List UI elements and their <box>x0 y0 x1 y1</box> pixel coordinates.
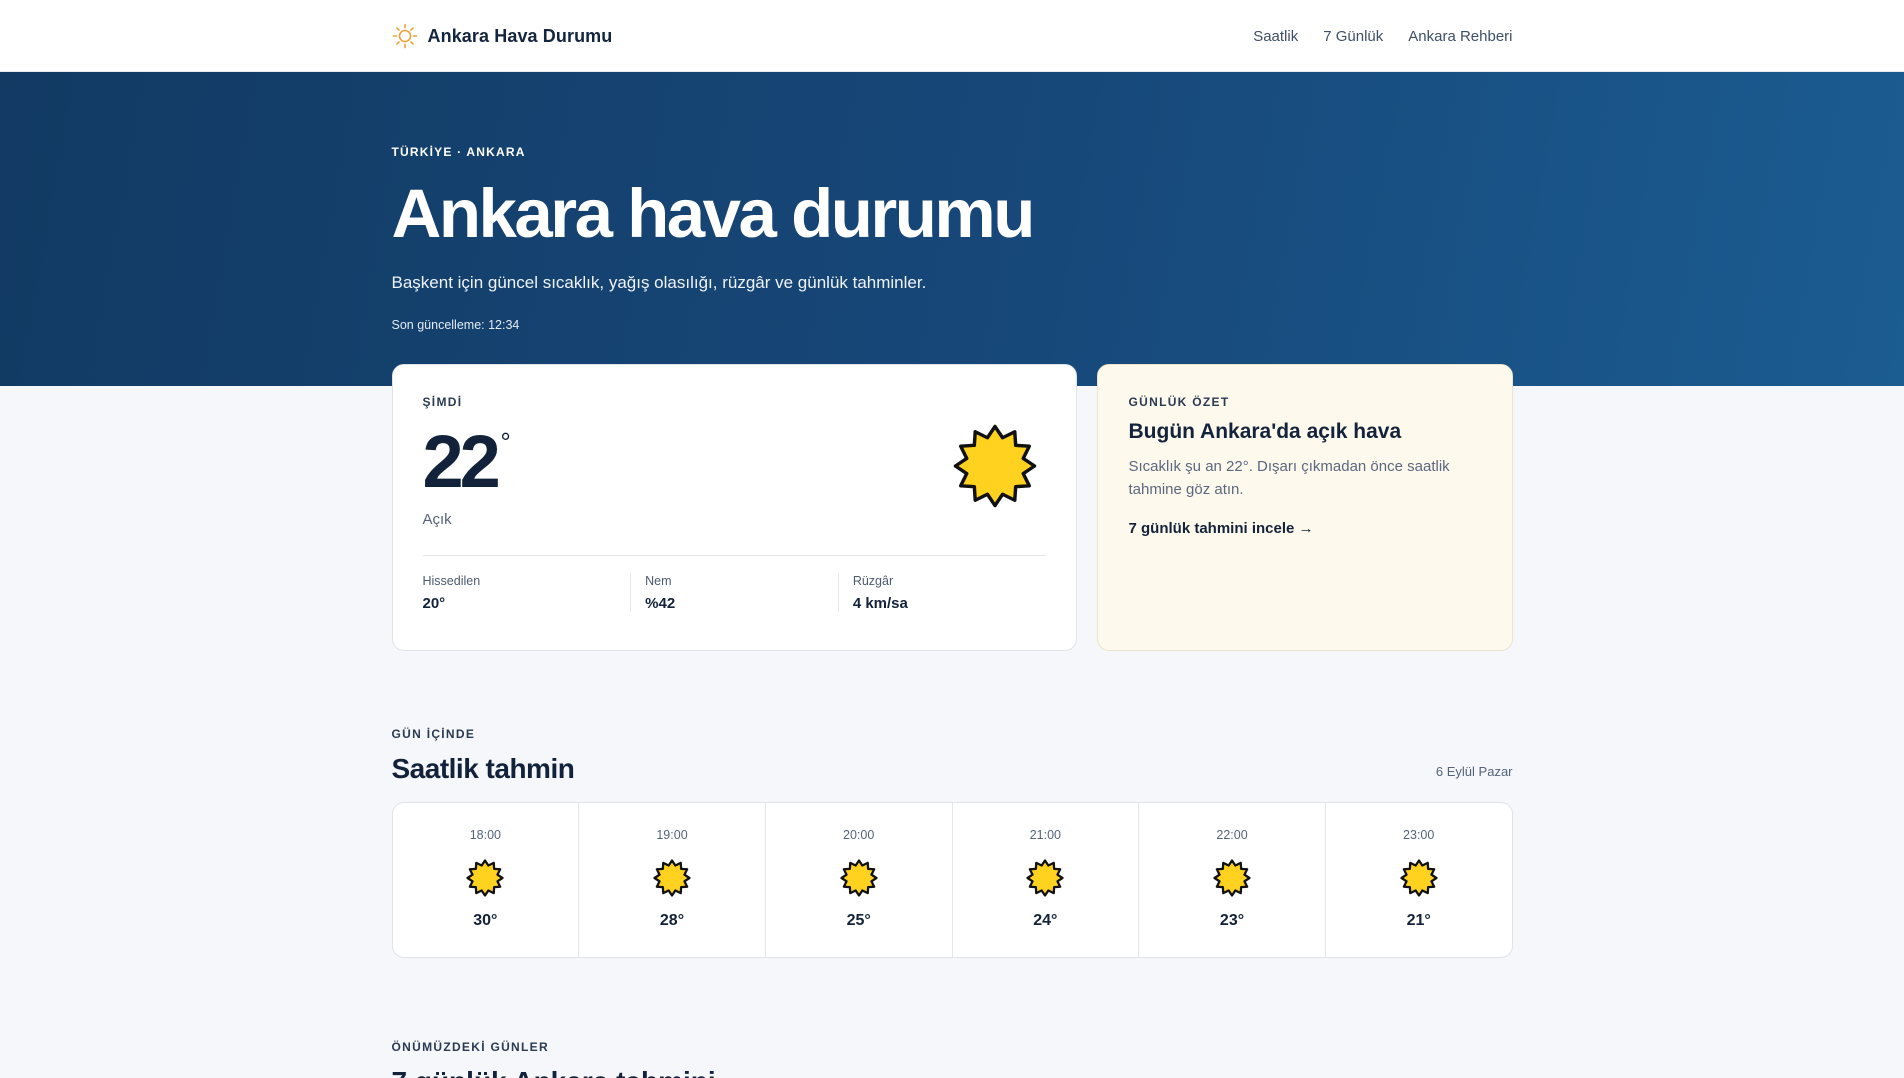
stat-humidity: Nem %42 <box>630 574 838 612</box>
stat-label: Nem <box>645 574 672 588</box>
stat-label: Hissedilen <box>422 574 481 588</box>
next-days-section: ÖNÜMÜZDEKİ GÜNLER 7 günlük Ankara tahmin… <box>0 1040 1904 1078</box>
hour-temperature: 24° <box>1033 912 1058 929</box>
next-days-title: 7 günlük Ankara tahmini <box>392 1066 1513 1078</box>
hour-time: 18:00 <box>469 828 501 842</box>
sun-icon <box>653 859 691 897</box>
current-condition: Açık <box>422 511 452 528</box>
brand-name: Ankara Hava Durumu <box>427 25 613 46</box>
hour-item: 20:00 25° <box>764 803 952 957</box>
sun-icon <box>840 859 878 897</box>
sun-icon <box>1213 859 1251 897</box>
daily-summary-card: GÜNLÜK ÖZET Bugün Ankara'da açık hava Sı… <box>1096 364 1513 651</box>
hero-eyebrow: TÜRKİYE · ANKARA <box>391 145 526 159</box>
hourly-header: Saatlik tahmin 6 Eylül Pazar <box>392 753 1513 785</box>
stat-feels-like: Hissedilen 20° <box>423 574 631 612</box>
summary-text: Sıcaklık şu an 22°. Dışarı çıkmadan önce… <box>1128 458 1450 499</box>
hourly-title: Saatlik tahmin <box>391 753 575 784</box>
hero-banner: TÜRKİYE · ANKARA Ankara hava durumu Başk… <box>0 72 1904 386</box>
last-updated: Son güncelleme: 12:34 <box>391 318 520 332</box>
hourly-forecast-section: GÜN İÇİNDE Saatlik tahmin 6 Eylül Pazar … <box>0 727 1904 958</box>
stat-label: Rüzgâr <box>852 574 894 588</box>
summary-title: Bugün Ankara'da açık hava <box>1128 420 1402 443</box>
stat-value: 20° <box>422 595 446 612</box>
hour-time: 19:00 <box>656 828 688 842</box>
summary-eyebrow: GÜNLÜK ÖZET <box>1128 395 1230 409</box>
hourly-eyebrow: GÜN İÇİNDE <box>391 727 476 741</box>
main-nav: Saatlik 7 Günlük Ankara Rehberi <box>1253 28 1512 45</box>
hour-temperature: 21° <box>1406 912 1431 929</box>
site-header: Ankara Hava Durumu Saatlik 7 Günlük Anka… <box>0 0 1904 72</box>
sun-icon <box>466 859 504 897</box>
view-7day-link[interactable]: 7 günlük tahmini incele → <box>1129 520 1314 537</box>
current-temperature: 22 ° <box>423 425 511 499</box>
hour-item: 23:00 21° <box>1324 803 1512 957</box>
sun-icon <box>392 23 417 49</box>
current-weather-card: ŞİMDİ 22 ° Açık Hissedilen 20° Nem %42 Rü… <box>391 364 1077 651</box>
current-conditions-section: ŞİMDİ 22 ° Açık Hissedilen 20° Nem %42 Rü… <box>0 364 1904 651</box>
hour-time: 20:00 <box>843 828 875 842</box>
hour-temperature: 23° <box>1219 912 1245 929</box>
sun-icon <box>1026 859 1064 897</box>
stat-value: %42 <box>645 595 676 612</box>
page-title: Ankara hava durumu <box>391 175 1036 252</box>
hour-time: 21:00 <box>1029 828 1061 842</box>
next-days-eyebrow: ÖNÜMÜZDEKİ GÜNLER <box>391 1040 549 1054</box>
hour-item: 19:00 28° <box>578 803 765 957</box>
hour-item: 22:00 23° <box>1138 803 1325 957</box>
stat-value: 4 km/sa <box>852 595 908 612</box>
hour-time: 22:00 <box>1216 828 1248 842</box>
nav-link-guide[interactable]: Ankara Rehberi <box>1408 28 1512 45</box>
hour-temperature: 28° <box>659 912 685 929</box>
hero-subtitle: Başkent için güncel sıcaklık, yağış olas… <box>391 273 927 292</box>
hourly-date: 6 Eylül Pazar <box>1435 764 1513 779</box>
hour-temperature: 30° <box>473 912 498 929</box>
hour-item: 18:00 30° <box>393 803 579 957</box>
sun-icon <box>1400 859 1438 897</box>
now-eyebrow: ŞİMDİ <box>422 395 463 409</box>
current-stats: Hissedilen 20° Nem %42 Rüzgâr 4 km/sa <box>422 555 1046 612</box>
current-temperature-value: 22 <box>422 420 501 503</box>
degree-symbol: ° <box>500 427 511 457</box>
sun-icon <box>953 424 1036 508</box>
nav-link-hourly[interactable]: Saatlik <box>1253 28 1298 45</box>
hour-temperature: 25° <box>846 912 871 929</box>
brand-link[interactable]: Ankara Hava Durumu <box>392 23 613 49</box>
hourly-strip: 18:00 30° 19:00 28° 20:00 25° 21:00 24° … <box>391 802 1513 958</box>
nav-link-7day[interactable]: 7 Günlük <box>1323 28 1383 45</box>
stat-wind: Rüzgâr 4 km/sa <box>837 574 1046 612</box>
hour-time: 23:00 <box>1403 828 1435 842</box>
hour-item: 21:00 24° <box>951 803 1139 957</box>
